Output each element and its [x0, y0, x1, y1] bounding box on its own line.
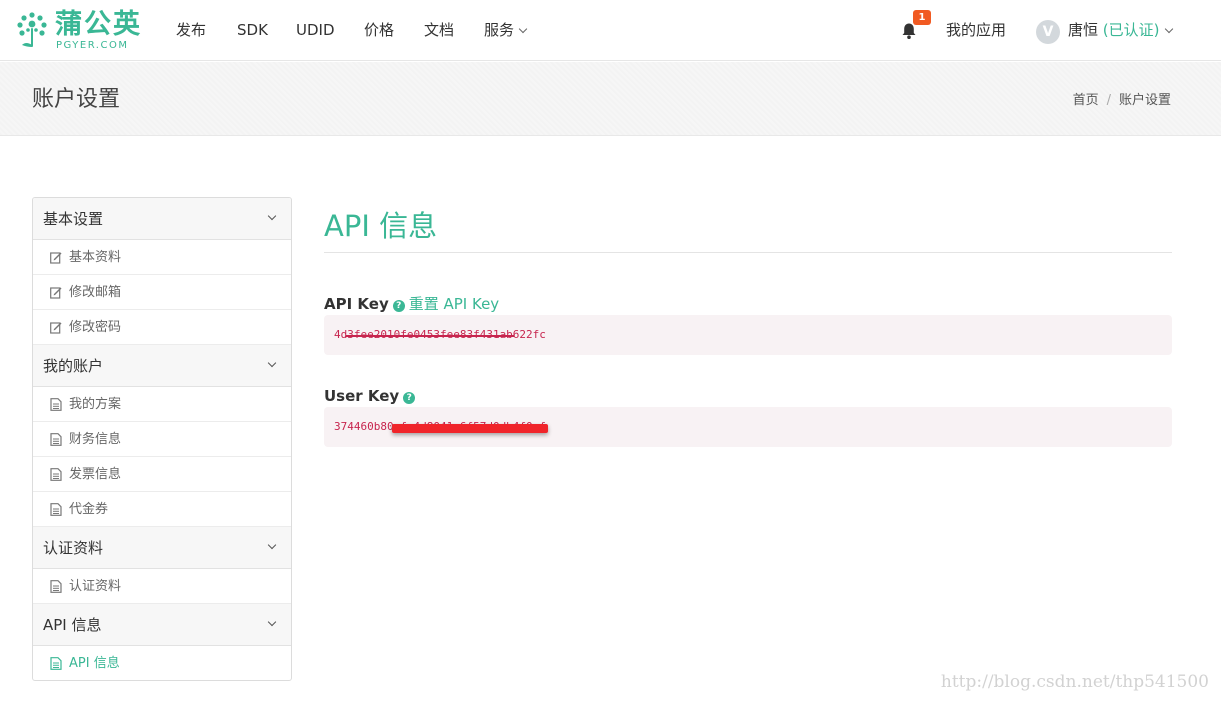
chevron-down-icon — [1164, 24, 1173, 34]
question-circle-icon[interactable]: ? — [392, 300, 405, 312]
sidebar-group-my-account[interactable]: 我的账户 — [33, 345, 291, 387]
brand-name: 蒲公英 — [55, 9, 142, 40]
avatar[interactable]: V — [1036, 20, 1060, 44]
chevron-down-icon — [267, 617, 277, 627]
edit-icon — [50, 287, 62, 299]
api-key-label-row: API Key? 重置 API Key — [324, 294, 499, 314]
sidebar-item-finance[interactable]: 财务信息 — [33, 422, 291, 457]
breadcrumb: 首页 / 账户设置 — [1073, 92, 1171, 110]
nav-udid[interactable]: UDID — [296, 20, 335, 40]
sidebar-group-api-info[interactable]: API 信息 — [33, 604, 291, 646]
chevron-down-icon — [267, 358, 277, 368]
sidebar-group-title: 基本设置 — [43, 210, 104, 228]
sidebar-item-api-info[interactable]: API 信息 — [33, 646, 291, 680]
sidebar-item-label: 我的方案 — [69, 397, 122, 412]
user-menu-dropdown[interactable]: 唐恒 (已认证) — [1068, 20, 1173, 40]
watermark: http://blog.csdn.net/thp541500 — [940, 672, 1209, 692]
page-title: 账户设置 — [32, 87, 121, 112]
sidebar-group-title: API 信息 — [43, 616, 102, 634]
notification-badge: 1 — [913, 10, 931, 25]
page-header: 账户设置 首页 / 账户设置 — [0, 62, 1221, 136]
verified-status: (已认证) — [1102, 21, 1160, 39]
file-icon — [50, 503, 62, 516]
question-circle-icon[interactable]: ? — [403, 392, 416, 404]
nav-my-apps[interactable]: 我的应用 — [946, 20, 1006, 40]
api-key-strikethrough — [346, 335, 514, 337]
sidebar-item-label: 发票信息 — [69, 467, 122, 482]
api-key-box[interactable]: 4d3fee2010fe0453fee83f431ab622fc — [324, 315, 1172, 355]
sidebar-item-invoice[interactable]: 发票信息 — [33, 457, 291, 492]
sidebar-item-label: 修改邮箱 — [69, 285, 122, 300]
nav-services-dropdown[interactable]: 服务 — [484, 20, 528, 40]
nav-docs[interactable]: 文档 — [424, 20, 454, 40]
nav-publish[interactable]: 发布 — [176, 20, 206, 40]
sidebar-item-label: 财务信息 — [69, 432, 122, 447]
edit-icon — [50, 322, 62, 334]
section-title: API 信息 — [324, 209, 438, 243]
sidebar-item-label: 基本资料 — [69, 250, 122, 265]
user-key-label-row: User Key? — [324, 386, 416, 406]
sidebar-group-basic-settings[interactable]: 基本设置 — [33, 198, 291, 240]
sidebar-group-title: 我的账户 — [43, 357, 104, 375]
edit-icon — [50, 252, 62, 264]
dandelion-logo-icon — [17, 12, 47, 47]
sidebar-item-label: 认证资料 — [69, 579, 122, 594]
reset-api-key-link[interactable]: 重置 API Key — [409, 295, 499, 313]
redaction-mark — [392, 424, 548, 433]
chevron-down-icon — [267, 540, 277, 550]
breadcrumb-current: 账户设置 — [1118, 93, 1171, 108]
sidebar-item-certification[interactable]: 认证资料 — [33, 569, 291, 604]
file-icon — [50, 468, 62, 481]
file-icon — [50, 433, 62, 446]
sidebar-item-label: 代金券 — [69, 502, 109, 517]
file-icon — [50, 657, 62, 670]
sidebar-item-voucher[interactable]: 代金券 — [33, 492, 291, 527]
chevron-down-icon — [518, 24, 528, 34]
sidebar-group-certification[interactable]: 认证资料 — [33, 527, 291, 569]
breadcrumb-separator: / — [1106, 93, 1111, 108]
nav-services-label: 服务 — [484, 21, 515, 39]
sidebar-item-my-plan[interactable]: 我的方案 — [33, 387, 291, 422]
sidebar-item-label: 修改密码 — [69, 320, 122, 335]
sidebar-item-change-password[interactable]: 修改密码 — [33, 310, 291, 345]
file-icon — [50, 398, 62, 411]
brand-domain: PGYER.COM — [56, 40, 129, 51]
section-divider — [324, 252, 1172, 253]
user-key-label: User Key — [324, 387, 400, 405]
nav-pricing[interactable]: 价格 — [364, 20, 394, 40]
user-name: 唐恒 — [1068, 21, 1099, 39]
top-navbar: 蒲公英 PGYER.COM 发布 SDK UDID 价格 文档 服务 1 我的应… — [0, 0, 1221, 61]
settings-sidebar: 基本设置 基本资料 修改邮箱 修改密码 我的账户 我的方案 财务信息 发票信息 … — [32, 197, 292, 681]
user-key-box[interactable]: 374460b80cfe4d8041e6f57d0db4f0ef — [324, 407, 1172, 447]
chevron-down-icon — [267, 211, 277, 221]
file-icon — [50, 580, 62, 593]
sidebar-item-label: API 信息 — [69, 656, 120, 671]
breadcrumb-home-link[interactable]: 首页 — [1073, 93, 1099, 108]
sidebar-item-profile[interactable]: 基本资料 — [33, 240, 291, 275]
nav-sdk[interactable]: SDK — [237, 20, 268, 40]
brand-logo[interactable]: 蒲公英 PGYER.COM — [15, 9, 145, 55]
sidebar-item-change-email[interactable]: 修改邮箱 — [33, 275, 291, 310]
sidebar-group-title: 认证资料 — [43, 539, 104, 557]
api-key-label: API Key — [324, 295, 389, 313]
